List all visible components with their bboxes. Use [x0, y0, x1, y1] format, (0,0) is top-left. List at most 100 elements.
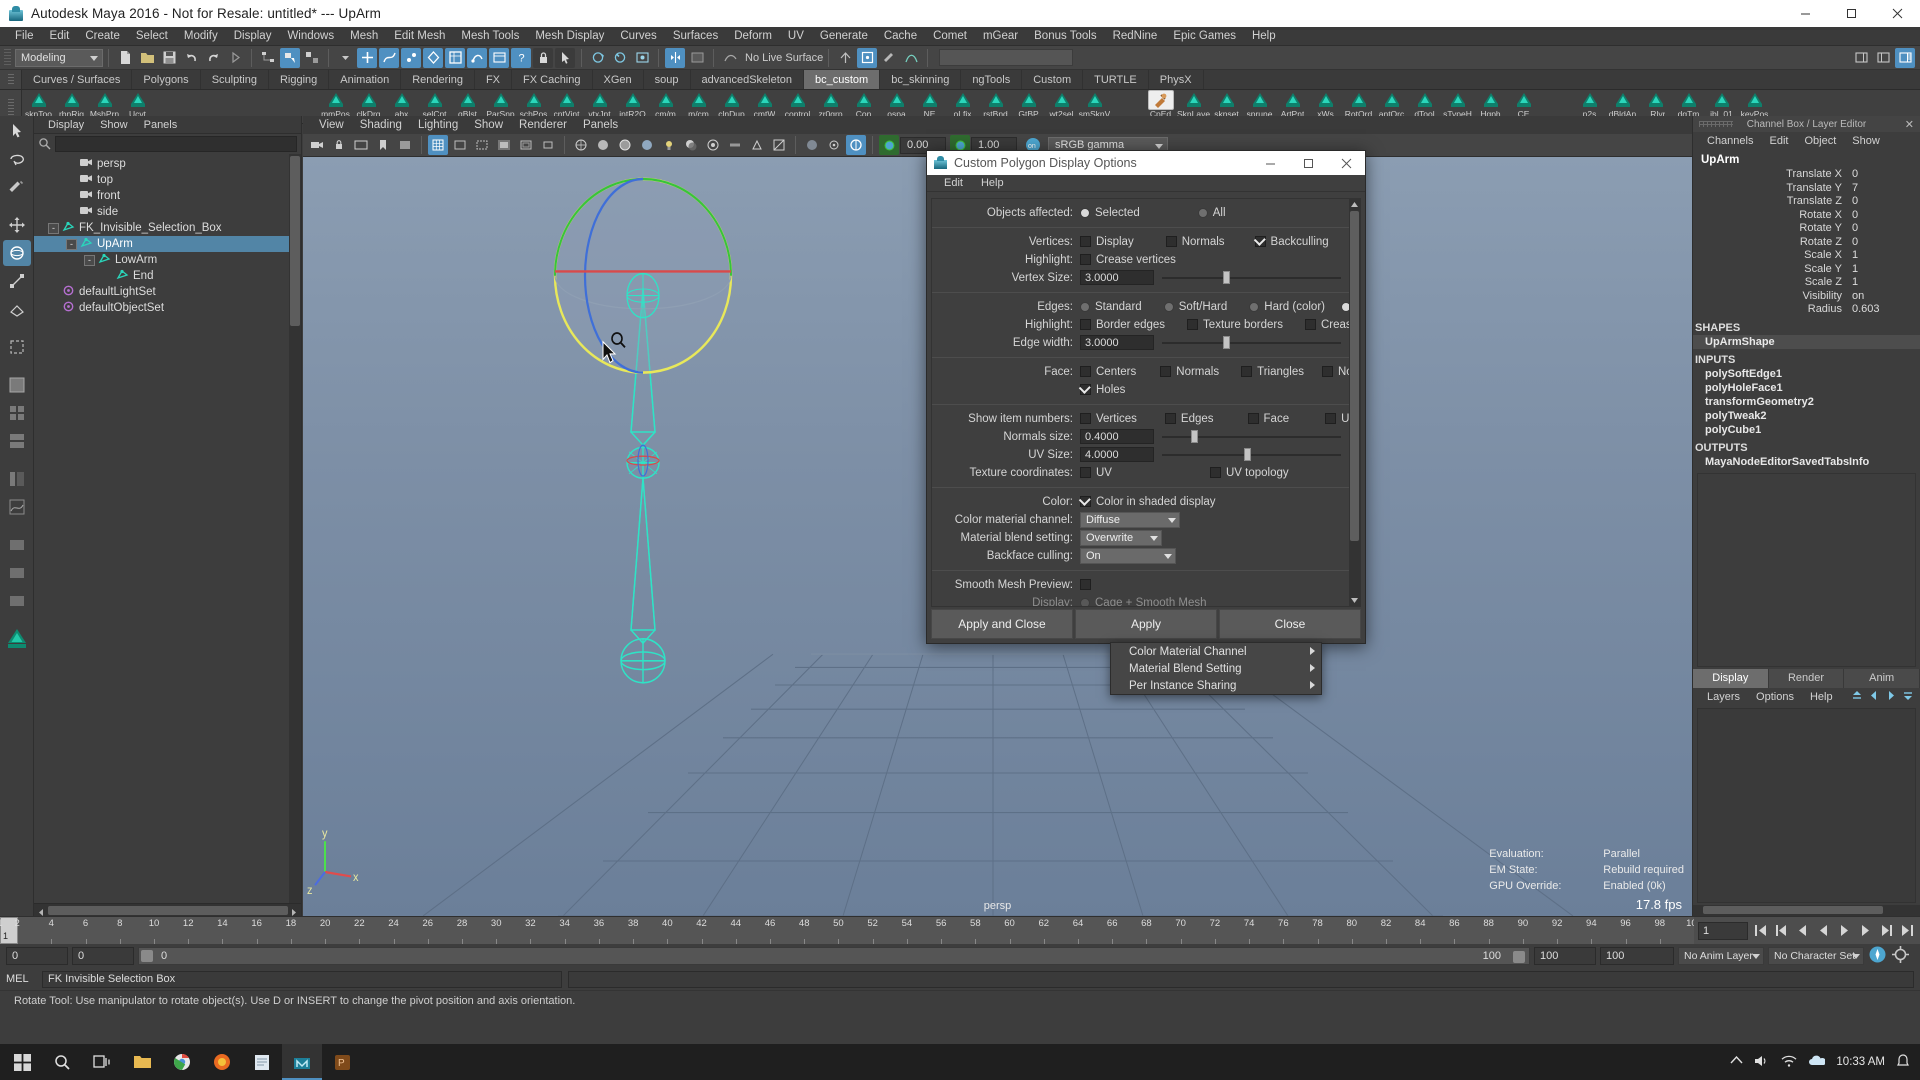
shelf-tab-soup[interactable]: soup [644, 70, 691, 89]
layer-hscroll-thumb[interactable] [1703, 906, 1883, 914]
material-blend-setting-select[interactable]: Overwrite [1080, 529, 1162, 546]
channel-value[interactable]: 0 [1850, 195, 1920, 209]
component-mode-dropdown-icon[interactable] [335, 48, 355, 68]
menuset-selector[interactable]: Modeling [15, 48, 103, 67]
select-by-object-icon[interactable] [280, 47, 300, 68]
expander-icon[interactable]: - [48, 222, 59, 234]
layout-preset-c-button[interactable] [3, 588, 31, 614]
outliner-vertical-scrollbar[interactable] [289, 154, 301, 903]
menu-item-edit-mesh[interactable]: Edit Mesh [386, 27, 453, 46]
shelf-tab-ngtools[interactable]: ngTools [961, 70, 1023, 89]
layer-next-icon[interactable] [1885, 690, 1897, 704]
shelf-tab-curves-surfaces[interactable]: Curves / Surfaces [22, 70, 133, 89]
channel-row[interactable]: Scale X 1 [1693, 249, 1920, 263]
menu-item-select[interactable]: Select [128, 27, 176, 46]
channel-value[interactable]: 1 [1850, 263, 1920, 277]
menu-item-mesh-display[interactable]: Mesh Display [527, 27, 612, 46]
channelbox-menu-show[interactable]: Show [1844, 132, 1888, 150]
shelf-tab-xgen[interactable]: XGen [593, 70, 644, 89]
layer-prev-icon[interactable] [1868, 690, 1880, 704]
layout-persp-outliner-button[interactable] [3, 466, 31, 492]
menu-item-mgear[interactable]: mGear [975, 27, 1026, 46]
onedrive-icon[interactable] [1808, 1055, 1827, 1070]
symmetry-icon[interactable] [665, 47, 685, 68]
vertex-size-slider[interactable] [1162, 270, 1341, 285]
dialog-scroll-thumb[interactable] [1350, 211, 1359, 541]
channel-row[interactable]: Visibility on [1693, 290, 1920, 304]
viewport-menu-lighting[interactable]: Lighting [410, 116, 466, 135]
shelf-tab-rendering[interactable]: Rendering [401, 70, 475, 89]
save-scene-icon[interactable] [159, 48, 179, 68]
right-panel-tab-anim[interactable]: Anim [1844, 669, 1920, 689]
display-cage-smooth-option[interactable]: Cage + Smooth Mesh [1080, 597, 1207, 606]
shelf-tab-rigging[interactable]: Rigging [269, 70, 330, 89]
show-vertices-option[interactable]: Vertices [1080, 413, 1137, 425]
vertex-size-input[interactable]: 3.0000 [1080, 270, 1154, 285]
network-icon[interactable] [1781, 1054, 1797, 1071]
range-slider[interactable]: 0 100 [138, 947, 1530, 965]
play-forwards-icon[interactable] [1835, 922, 1853, 940]
lock-icon[interactable] [533, 47, 553, 68]
sidebar-attribute-editor-icon[interactable] [1851, 48, 1871, 68]
layout-hypergraph-button[interactable] [3, 428, 31, 454]
scroll-left-icon[interactable] [36, 906, 46, 916]
open-scene-icon[interactable] [137, 48, 157, 68]
outliner-item-defaultlightset[interactable]: defaultLightSet [34, 284, 301, 300]
motion-blur-icon[interactable] [725, 135, 745, 155]
shelf-tab-turtle[interactable]: TURTLE [1083, 70, 1149, 89]
outliner-hscroll-thumb[interactable] [48, 906, 288, 915]
step-back-icon[interactable] [1772, 922, 1790, 940]
texture-borders-option[interactable]: Texture borders [1187, 319, 1283, 331]
snap-to-point-icon[interactable] [401, 47, 421, 68]
channel-value[interactable]: 7 [1850, 182, 1920, 196]
menu-item-help[interactable]: Help [1244, 27, 1284, 46]
channel-row[interactable]: Translate Z 0 [1693, 195, 1920, 209]
xray-icon[interactable] [802, 135, 822, 155]
dialog-button-apply[interactable]: Apply [1075, 609, 1217, 639]
tex-uv-topology-option[interactable]: UV topology [1209, 467, 1289, 479]
chrome-icon[interactable] [162, 1044, 202, 1080]
smooth-shade-wire-icon[interactable] [615, 135, 635, 155]
tex-uv-option[interactable]: UV [1080, 467, 1112, 479]
panel-grip[interactable] [1699, 121, 1733, 127]
photoshop-icon[interactable]: P [322, 1044, 362, 1080]
edges-hard-color-option[interactable]: Hard (color) [1249, 301, 1325, 313]
channel-box-shape-name[interactable]: UpArmShape [1693, 334, 1920, 349]
border-edges-option[interactable]: Border edges [1080, 319, 1165, 331]
vertices-backculling-option[interactable]: Backculling [1254, 236, 1329, 248]
outliner-scroll-thumb[interactable] [290, 156, 300, 326]
layer-last-icon[interactable] [1902, 690, 1914, 704]
volume-icon[interactable] [1754, 1054, 1770, 1071]
gate-mask-icon[interactable] [494, 135, 514, 155]
outliner-item-end[interactable]: End [34, 268, 301, 284]
select-tool-icon[interactable] [555, 47, 575, 68]
dialog-button-apply-and-close[interactable]: Apply and Close [931, 609, 1073, 639]
outliner-menu-show[interactable]: Show [92, 116, 136, 134]
shelf-tab-custom[interactable]: Custom [1022, 70, 1084, 89]
channel-row[interactable]: Scale Z 1 [1693, 276, 1920, 290]
shelf-tab-bc-skinning[interactable]: bc_skinning [880, 70, 962, 89]
forward-arrow-icon[interactable] [225, 48, 245, 68]
face-centers-option[interactable]: Centers [1080, 366, 1136, 378]
menu-item-mesh-tools[interactable]: Mesh Tools [453, 27, 527, 46]
maya-bonus-logo-icon[interactable] [3, 626, 31, 652]
edge-width-slider[interactable] [1162, 335, 1341, 350]
smooth-mesh-preview-checkbox[interactable] [1080, 579, 1091, 590]
texture-shading-icon[interactable] [637, 135, 657, 155]
character-set-selector[interactable]: No Character Set [1768, 947, 1864, 965]
outliner-item-side[interactable]: side [34, 204, 301, 220]
shelf-tab-animation[interactable]: Animation [329, 70, 402, 89]
soft-select-icon[interactable] [901, 48, 921, 68]
snap-to-projected-center-icon[interactable] [423, 47, 443, 68]
edge-width-input[interactable]: 3.0000 [1080, 335, 1154, 350]
uv-size-slider[interactable] [1162, 447, 1341, 462]
menu-item-bonus-tools[interactable]: Bonus Tools [1026, 27, 1104, 46]
next-key-icon[interactable] [1856, 922, 1874, 940]
slider-handle[interactable] [1190, 430, 1198, 443]
scroll-right-icon[interactable] [289, 906, 299, 916]
outliner-item-defaultobjectset[interactable]: defaultObjectSet [34, 300, 301, 316]
bookmark-icon[interactable] [373, 135, 393, 155]
select-by-hierarchy-icon[interactable] [258, 48, 278, 68]
channel-row[interactable]: Rotate Z 0 [1693, 236, 1920, 250]
shelf-tab-physx[interactable]: PhysX [1149, 70, 1204, 89]
